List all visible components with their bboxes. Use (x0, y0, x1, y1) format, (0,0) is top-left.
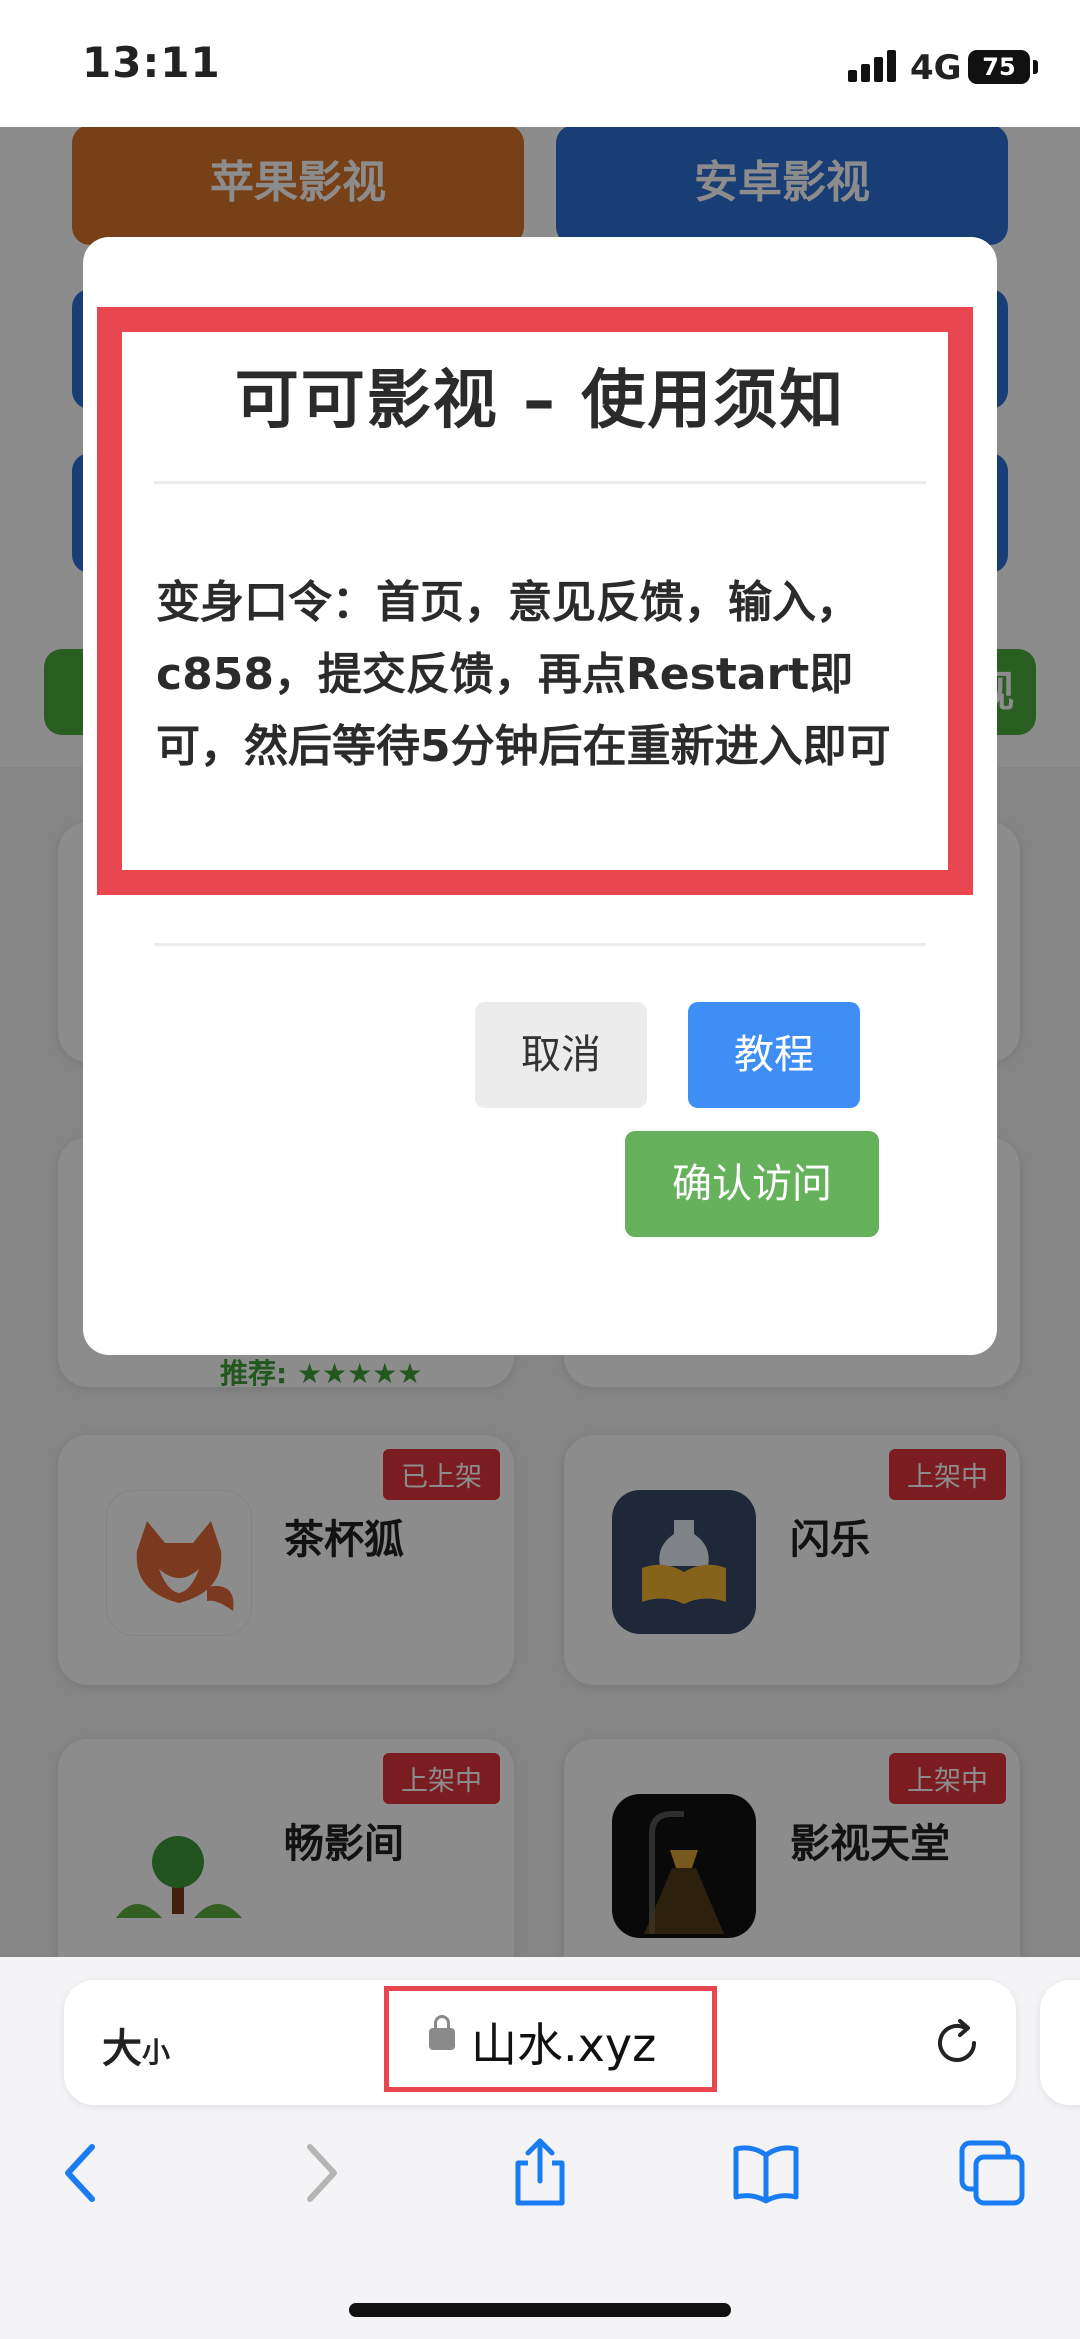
forward-icon[interactable] (282, 2137, 354, 2209)
share-icon[interactable] (504, 2137, 576, 2209)
url-text[interactable]: 山水.xyz (471, 2009, 656, 2075)
battery-icon: 75 (968, 50, 1030, 84)
divider (154, 481, 926, 484)
text-size-small: 小 (142, 2036, 171, 2069)
status-bar: 13:11 4G 75 (0, 0, 1080, 127)
divider (154, 943, 926, 946)
browser-chrome: 大小 山水.xyz (0, 1957, 1080, 2339)
signal-icon (848, 50, 900, 82)
modal-title: 可可影视 – 使用须知 (234, 364, 846, 438)
lock-icon (429, 2015, 455, 2050)
bookmarks-icon[interactable] (730, 2137, 802, 2209)
reload-icon[interactable] (930, 2016, 984, 2070)
address-bar[interactable]: 大小 山水.xyz (64, 1980, 1016, 2105)
tutorial-button[interactable]: 教程 (688, 1002, 860, 1108)
confirm-visit-button[interactable]: 确认访问 (625, 1131, 879, 1237)
url-highlight-box: 山水.xyz (384, 1986, 717, 2092)
back-icon[interactable] (48, 2137, 120, 2209)
modal-body: 变身口令：首页，意见反馈，输入，c858，提交反馈，再点Restart即可，然后… (156, 577, 891, 772)
cancel-button[interactable]: 取消 (475, 1002, 647, 1108)
text-size-big: 大 (102, 2026, 142, 2072)
network-type: 4G (910, 48, 962, 88)
next-tab-peek[interactable] (1040, 1980, 1080, 2105)
battery-tip (1033, 60, 1038, 74)
tabs-icon[interactable] (956, 2137, 1028, 2209)
text-size-button[interactable]: 大小 (102, 2016, 170, 2074)
home-indicator (349, 2303, 731, 2317)
status-time: 13:11 (82, 38, 221, 87)
notice-modal: 可可影视 – 使用须知 变身口令：首页，意见反馈，输入，c858，提交反馈，再点… (83, 237, 997, 1355)
